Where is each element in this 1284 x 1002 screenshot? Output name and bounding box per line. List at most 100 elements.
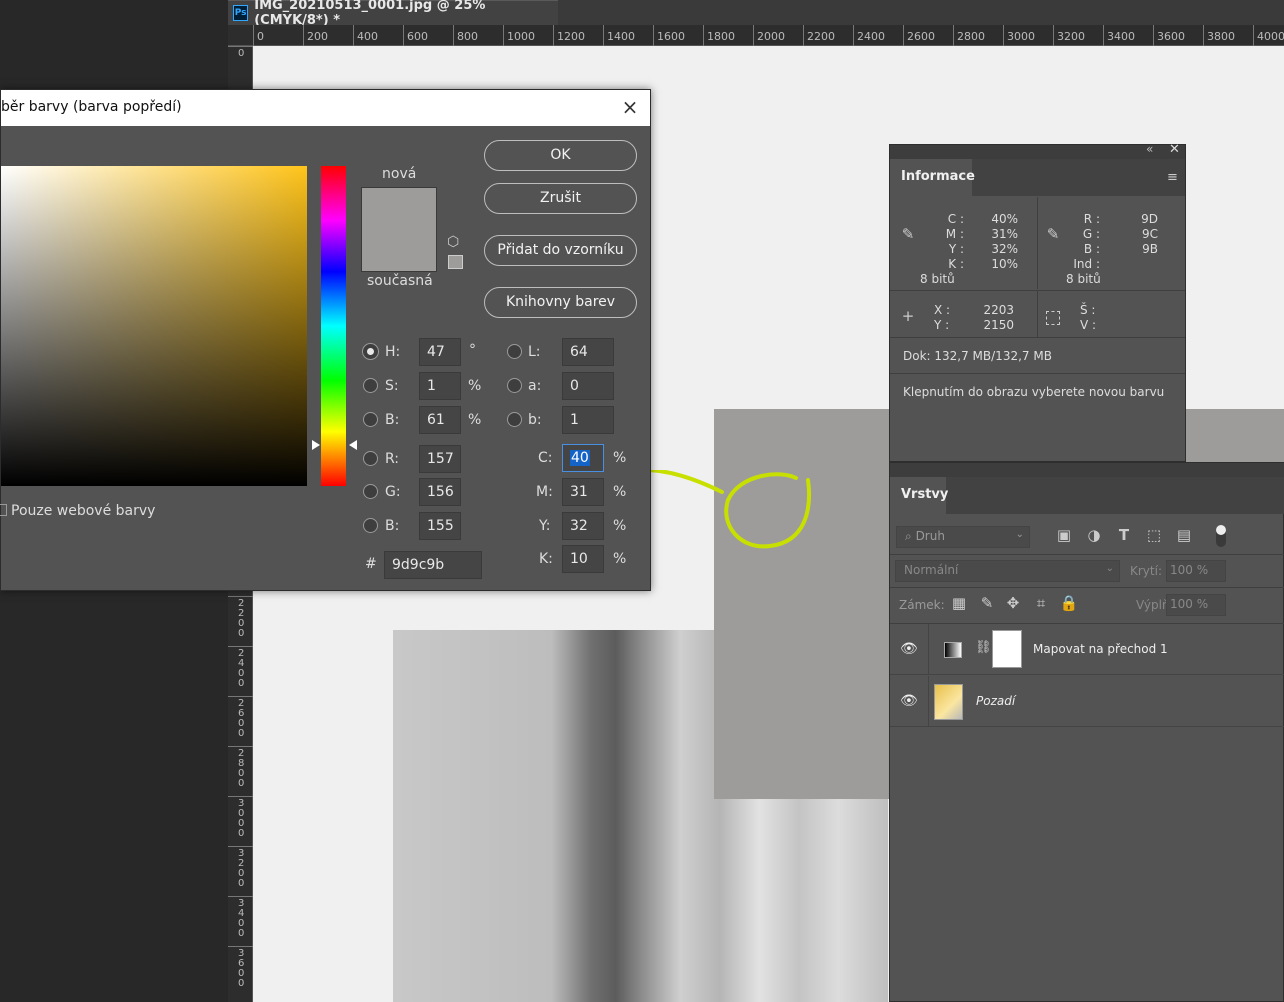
filter-toggle-icon[interactable]	[1216, 525, 1226, 547]
color-preview-swatch	[361, 187, 437, 272]
chevron-down-icon: ⌄	[1105, 563, 1114, 574]
panel-menu-icon[interactable]: ≡	[1167, 170, 1178, 185]
lab-b-radio[interactable]	[507, 412, 522, 427]
opacity-input[interactable]: 100 %	[1166, 560, 1226, 582]
brightness-label: B:	[385, 412, 400, 428]
lab-l-input[interactable]: 64	[562, 338, 614, 366]
lab-b-label: b:	[528, 412, 542, 428]
ok-button[interactable]: OK	[484, 140, 637, 171]
divider	[1037, 291, 1038, 337]
lab-l-radio[interactable]	[507, 344, 522, 359]
web-only-checkbox[interactable]	[0, 504, 7, 516]
info-tab-bar: Informace ≡	[890, 159, 1185, 196]
layer-name[interactable]: Mapovat na přechod 1	[1033, 642, 1168, 656]
tab-informace[interactable]: Informace	[890, 159, 975, 196]
hex-input[interactable]: 9d9c9b	[384, 551, 482, 579]
divider	[890, 554, 1284, 555]
adjustment-layer-filter-icon[interactable]: ◑	[1084, 526, 1104, 544]
add-to-swatches-button[interactable]: Přidat do vzorníku	[484, 235, 637, 266]
ruler-tick: 0	[228, 46, 253, 59]
lab-b-input[interactable]: 1	[562, 406, 614, 434]
info-y-value: 32%	[991, 242, 1018, 256]
hue-slider-left-handle-icon[interactable]	[312, 440, 320, 450]
ruler-tick: 2000	[753, 25, 785, 46]
crosshair-icon: +	[901, 307, 915, 325]
out-of-gamut-cube-icon[interactable]: ⬡	[447, 234, 459, 250]
dialog-title: běr barvy (barva popředí)	[1, 99, 182, 115]
xy-values: 2203 2150	[982, 303, 1014, 333]
layer-thumbnail[interactable]	[934, 684, 963, 720]
close-panel-icon[interactable]: ✕	[1169, 142, 1180, 157]
saturation-input[interactable]: 1	[419, 372, 461, 400]
blue-input[interactable]: 155	[419, 512, 461, 540]
shape-layer-filter-icon[interactable]: ⬚	[1144, 526, 1164, 544]
fill-input[interactable]: 100 %	[1166, 594, 1226, 616]
saturation-radio[interactable]	[363, 378, 378, 393]
hue-input[interactable]: 47	[419, 338, 461, 366]
info-c-value: 40%	[991, 212, 1018, 226]
cyan-input[interactable]: 40	[562, 444, 604, 472]
lab-a-radio[interactable]	[507, 378, 522, 393]
red-input[interactable]: 157	[419, 445, 461, 473]
close-icon[interactable]: ×	[619, 96, 641, 118]
blend-mode-select[interactable]: Normální ⌄	[895, 560, 1120, 582]
cmyk-values: 40% 31% 32% 10%	[982, 212, 1018, 272]
info-b-label: B :	[1083, 242, 1100, 256]
cancel-button[interactable]: Zrušit	[484, 183, 637, 214]
lock-transparency-icon[interactable]: ▦	[949, 594, 969, 612]
type-layer-filter-icon[interactable]: T	[1114, 526, 1134, 544]
divider	[928, 624, 929, 675]
eyedropper-icon[interactable]: ✎	[1043, 225, 1063, 243]
layer-mask-thumbnail[interactable]	[992, 630, 1022, 668]
lock-all-icon[interactable]: 🔒	[1059, 594, 1079, 612]
layer-row[interactable]: 👁 Pozadí	[890, 676, 1284, 727]
web-safe-swatch-icon[interactable]	[448, 255, 463, 269]
horizontal-ruler[interactable]: 0 200 400 600 800 1000 1200 1400 1600 18…	[253, 25, 1284, 46]
eye-icon[interactable]: 👁	[900, 641, 918, 657]
hue-radio[interactable]	[363, 344, 378, 359]
ruler-tick: 2 4 0 0	[228, 646, 253, 689]
tab-vrstvy[interactable]: Vrstvy	[890, 477, 948, 514]
new-color-label: nová	[382, 166, 417, 182]
hue-slider-right-handle-icon[interactable]	[349, 440, 357, 450]
divider	[890, 373, 1185, 374]
layer-name[interactable]: Pozadí	[976, 694, 1015, 708]
lock-position-icon[interactable]: ✥	[1003, 594, 1023, 612]
document-size: Dok: 132,7 MB/132,7 MB	[903, 349, 1052, 363]
magenta-input[interactable]: 31	[562, 478, 604, 506]
hue-slider[interactable]	[321, 166, 346, 486]
info-b-value: 9B	[1142, 242, 1158, 256]
lab-a-input[interactable]: 0	[562, 372, 614, 400]
dialog-titlebar[interactable]: běr barvy (barva popředí)	[1, 90, 650, 126]
annotation-scribble	[632, 470, 811, 549]
selection-size-icon	[1046, 311, 1060, 325]
current-color-label: současná	[367, 273, 433, 289]
eyedropper-icon[interactable]: ✎	[898, 225, 918, 243]
green-radio[interactable]	[363, 484, 378, 499]
link-chain-icon[interactable]: ⛓	[975, 640, 992, 655]
smart-object-filter-icon[interactable]: ▤	[1174, 526, 1194, 544]
collapse-icon[interactable]: «	[1146, 142, 1153, 156]
saturation-brightness-field[interactable]	[1, 166, 307, 486]
red-radio[interactable]	[363, 451, 378, 466]
color-libraries-button[interactable]: Knihovny barev	[484, 287, 637, 318]
blue-radio[interactable]	[363, 518, 378, 533]
document-tab[interactable]: Ps IMG_20210513_0001.jpg @ 25% (CMYK/8*)…	[228, 0, 558, 28]
brightness-radio[interactable]	[363, 412, 378, 427]
ruler-tick: 200	[303, 25, 328, 46]
black-input[interactable]: 10	[562, 545, 604, 573]
lock-artboard-icon[interactable]: ⌗	[1031, 594, 1051, 612]
pixel-layer-filter-icon[interactable]: ▣	[1054, 526, 1074, 544]
yellow-input[interactable]: 32	[562, 512, 604, 540]
layer-row[interactable]: 👁 ⛓ Mapovat na přechod 1	[890, 624, 1284, 675]
lab-a-label: a:	[528, 378, 542, 394]
layer-filter-select[interactable]: ⌕ Druh ⌄	[896, 526, 1030, 548]
info-y-coord-label: Y :	[934, 318, 950, 332]
brightness-input[interactable]: 61	[419, 406, 461, 434]
eye-icon[interactable]: 👁	[900, 693, 918, 709]
green-input[interactable]: 156	[419, 478, 461, 506]
lock-brush-icon[interactable]: ✎	[977, 594, 997, 612]
color-picker-dialog: běr barvy (barva popředí) × nová současn…	[0, 89, 651, 591]
black-label: K:	[539, 551, 553, 567]
ruler-tick: 3 6 0 0	[228, 946, 253, 989]
